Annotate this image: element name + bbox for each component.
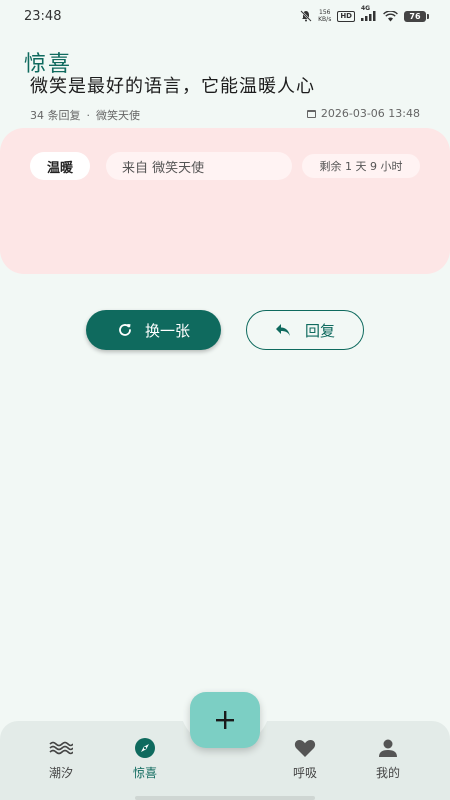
battery-icon: 76 — [404, 10, 429, 22]
waves-icon — [49, 738, 73, 758]
nav-label-tide: 潮汐 — [48, 766, 73, 780]
nav-item-tide[interactable]: 潮汐 — [31, 738, 91, 781]
reply-arrow-icon — [275, 323, 291, 337]
card-message-text: 微笑是最好的语言，它能温暖人心 — [30, 76, 315, 97]
net-speed: 156 KB/s — [318, 9, 331, 23]
card-meta: 34 条回复 · 微笑天使 — [30, 107, 140, 123]
mute-bell-icon — [300, 10, 312, 22]
home-indicator — [135, 796, 315, 800]
card-date: 2026-03-06 13:48 — [306, 107, 420, 120]
swap-card-button[interactable]: 换一张 — [86, 310, 221, 350]
nav-item-breathe[interactable]: 呼吸 — [275, 738, 335, 781]
tag-chip: 温暖 — [30, 152, 90, 180]
meta-separator: · — [86, 108, 91, 122]
net-speed-value: 156 — [319, 9, 331, 16]
wifi-icon — [383, 10, 398, 22]
nav-label-surprise: 惊喜 — [132, 766, 157, 780]
refresh-icon — [117, 322, 133, 338]
nav-label-me: 我的 — [375, 766, 400, 780]
remaining-time-chip: 剩余 1 天 9 小时 — [302, 154, 420, 178]
net-speed-unit: KB/s — [318, 16, 332, 23]
calendar-icon — [306, 109, 316, 118]
reply-count: 34 条回复 — [30, 109, 81, 122]
status-time: 23:48 — [24, 8, 62, 24]
card-header: 温暖 来自 微笑天使 剩余 1 天 9 小时 — [30, 152, 420, 180]
heart-icon — [294, 738, 316, 758]
nav-item-me[interactable]: 我的 — [358, 738, 418, 781]
message-card[interactable]: 温暖 来自 微笑天使 剩余 1 天 9 小时 — [0, 128, 450, 274]
card-author: 微笑天使 — [96, 109, 140, 122]
reply-label: 回复 — [304, 321, 335, 340]
status-bar: 23:48 156 KB/s HD 4G 76 — [0, 0, 450, 32]
compass-icon — [134, 738, 156, 758]
reply-button[interactable]: 回复 — [246, 310, 364, 350]
nav-label-breathe: 呼吸 — [292, 766, 317, 780]
network-type: 4G — [361, 5, 371, 12]
card-date-text: 2026-03-06 13:48 — [320, 107, 420, 120]
status-icons: 156 KB/s HD 4G 76 — [300, 5, 429, 23]
plus-icon — [215, 710, 235, 730]
nav-item-surprise[interactable]: 惊喜 — [115, 738, 175, 781]
add-button[interactable] — [190, 692, 260, 748]
person-icon — [378, 738, 398, 758]
swap-card-label: 换一张 — [144, 321, 190, 340]
from-chip: 来自 微笑天使 — [106, 152, 292, 180]
hd-badge: HD — [337, 10, 355, 22]
signal-icon: 4G — [361, 5, 377, 21]
